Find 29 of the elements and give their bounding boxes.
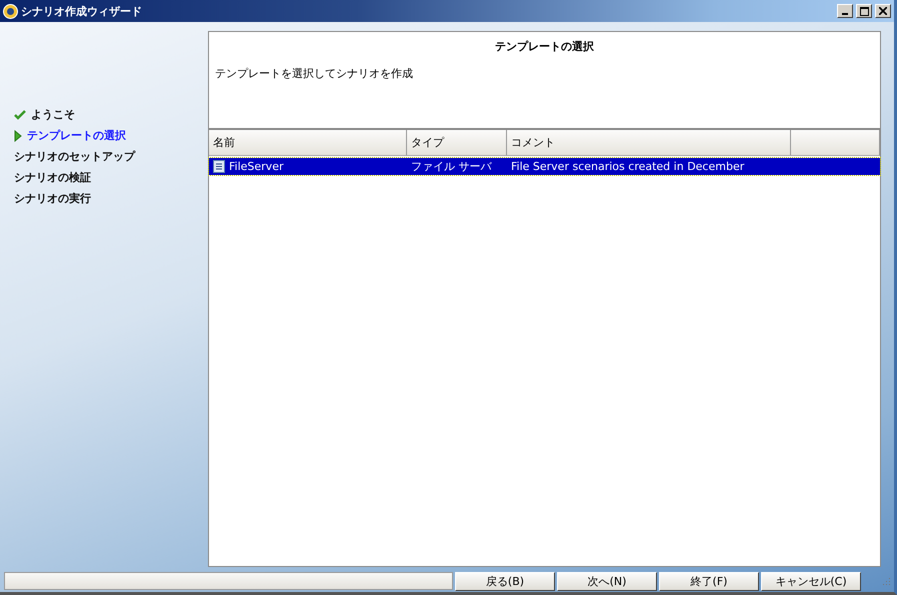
close-icon (879, 7, 887, 15)
wizard-button[interactable]: 次へ(N) (557, 572, 657, 590)
resize-grip-icon (881, 576, 891, 586)
check-icon (14, 110, 26, 120)
wizard-step: シナリオのセットアップ (14, 149, 208, 164)
wizard-button[interactable]: キャンセル(C) (761, 572, 861, 590)
window-title: シナリオ作成ウィザード (21, 4, 143, 18)
minimize-button[interactable] (837, 4, 853, 18)
wizard-step: ようこそ (14, 107, 208, 122)
table-cell-text: ファイル サーバ (410, 159, 493, 175)
page-title: テンプレートの選択 (494, 39, 595, 54)
column-header[interactable]: タイプ (407, 130, 507, 156)
wizard-step: テンプレートの選択 (14, 128, 208, 143)
table-cell-text: File Server scenarios created in December (510, 159, 746, 175)
table-row[interactable]: FileServer ファイル サーバ File Server scenarios created in December (209, 158, 880, 175)
close-button[interactable] (875, 4, 891, 18)
wizard-step: シナリオの検証 (14, 170, 208, 185)
app-icon (3, 4, 18, 18)
wizard-step: シナリオの実行 (14, 191, 208, 206)
page-description: テンプレートを選択してシナリオを作成 (215, 66, 414, 81)
table-cell: FileServer (209, 158, 407, 175)
column-header[interactable]: 名前 (209, 130, 407, 156)
maximize-button[interactable] (856, 4, 872, 18)
arrow-icon (14, 130, 22, 142)
wizard-button[interactable]: 戻る(B) (455, 572, 555, 590)
column-header[interactable]: コメント (507, 130, 791, 156)
wizard-button[interactable]: 終了(F) (659, 572, 759, 590)
document-icon (213, 160, 225, 173)
maximize-icon (860, 6, 868, 16)
